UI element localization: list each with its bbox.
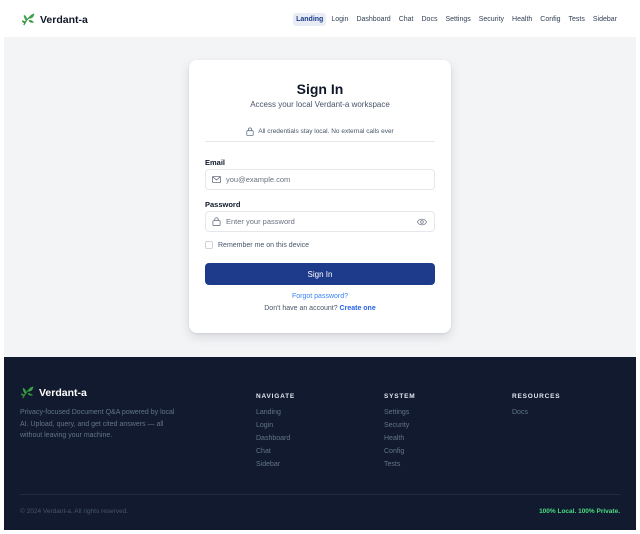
forgot-password-link[interactable]: Forgot password? [189, 293, 451, 300]
sign-in-button[interactable]: Sign In [205, 263, 435, 285]
footer-link-security[interactable]: Security [384, 422, 416, 429]
footer-link-sidebar[interactable]: Sidebar [256, 461, 295, 468]
footer-tagline: 100% Local. 100% Private. [539, 508, 620, 515]
site-footer: Verdant-a Privacy-focused Document Q&A p… [4, 357, 636, 530]
brand-name: Verdant-a [40, 13, 88, 26]
brand-logo[interactable]: Verdant-a [21, 12, 88, 27]
footer-link-login[interactable]: Login [256, 422, 295, 429]
nav-item-config[interactable]: Config [537, 13, 563, 26]
leaf-icon [20, 386, 34, 399]
privacy-notice-text: All credentials stay local. No external … [258, 128, 394, 135]
remember-me-label[interactable]: Remember me on this device [218, 242, 309, 249]
footer-brand-name: Verdant-a [39, 386, 87, 399]
main-nav: Landing Login Dashboard Chat Docs Settin… [291, 13, 620, 26]
email-input[interactable] [226, 172, 416, 187]
nav-item-health[interactable]: Health [509, 13, 535, 26]
footer-link-health[interactable]: Health [384, 435, 416, 442]
footer-link-chat[interactable]: Chat [256, 448, 295, 455]
remember-me-row: Remember me on this device [205, 241, 309, 249]
password-field-wrapper [205, 211, 435, 232]
footer-link-tests[interactable]: Tests [384, 461, 416, 468]
password-label: Password [205, 200, 241, 209]
signup-prompt: Don't have an account? Create one [189, 305, 451, 312]
footer-link-settings[interactable]: Settings [384, 409, 416, 416]
signin-title: Sign In [296, 81, 344, 97]
main-content: Sign In Access your local Verdant-a work… [4, 37, 636, 357]
leaf-icon [21, 13, 35, 26]
nav-item-chat[interactable]: Chat [396, 13, 417, 26]
footer-column-resources: RESOURCES Docs [512, 393, 560, 422]
nav-item-sidebar[interactable]: Sidebar [590, 13, 620, 26]
footer-brand[interactable]: Verdant-a [20, 385, 87, 400]
top-header: Verdant-a Landing Login Dashboard Chat D… [4, 0, 636, 37]
footer-link-dashboard[interactable]: Dashboard [256, 435, 295, 442]
nav-item-tests[interactable]: Tests [566, 13, 588, 26]
footer-copyright: © 2024 Verdant-a. All rights reserved. [20, 508, 129, 515]
footer-description: Privacy-focused Document Q&A powered by … [20, 409, 175, 439]
nav-item-settings[interactable]: Settings [442, 13, 473, 26]
footer-link-config[interactable]: Config [384, 448, 416, 455]
mail-icon [212, 175, 221, 184]
signin-subtitle: Access your local Verdant-a workspace [250, 100, 390, 109]
footer-link-docs[interactable]: Docs [512, 409, 560, 416]
password-input[interactable] [226, 214, 416, 229]
create-account-link[interactable]: Create one [340, 305, 376, 312]
nav-item-docs[interactable]: Docs [419, 13, 441, 26]
email-field-wrapper [205, 169, 435, 190]
nav-item-dashboard[interactable]: Dashboard [353, 13, 393, 26]
footer-column-system: SYSTEM Settings Security Health Config T… [384, 393, 416, 474]
signin-card: Sign In Access your local Verdant-a work… [189, 60, 451, 333]
footer-link-landing[interactable]: Landing [256, 409, 295, 416]
privacy-notice: All credentials stay local. No external … [205, 122, 435, 142]
email-label: Email [205, 158, 226, 167]
eye-icon[interactable] [417, 218, 427, 226]
signup-prompt-text: Don't have an account? [264, 305, 338, 312]
nav-item-login[interactable]: Login [328, 13, 351, 26]
footer-column-heading: NAVIGATE [256, 393, 296, 400]
footer-column-heading: SYSTEM [384, 393, 416, 400]
lock-icon [212, 217, 221, 226]
lock-icon [246, 127, 254, 136]
nav-item-landing[interactable]: Landing [293, 13, 327, 26]
remember-me-checkbox[interactable] [205, 241, 213, 249]
footer-column-navigate: NAVIGATE Landing Login Dashboard Chat Si… [256, 393, 295, 474]
footer-column-heading: RESOURCES [512, 393, 561, 400]
nav-item-security[interactable]: Security [476, 13, 507, 26]
footer-divider [20, 494, 620, 495]
page: Verdant-a Landing Login Dashboard Chat D… [4, 0, 636, 530]
